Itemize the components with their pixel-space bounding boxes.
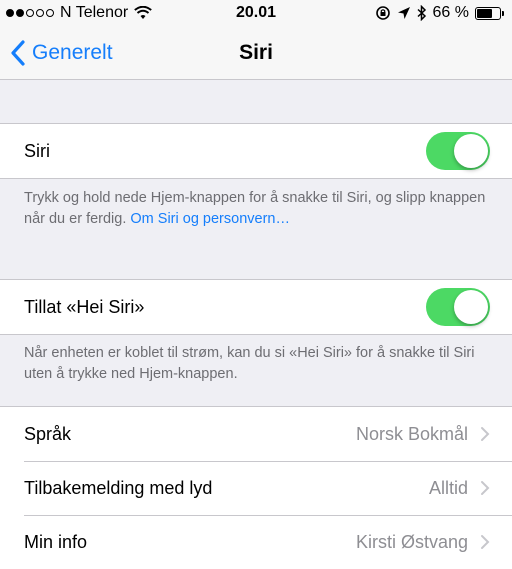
siri-label: Siri <box>24 140 50 161</box>
navigation-bar: Generelt Siri <box>0 28 512 80</box>
hey-siri-label: Tillat «Hei Siri» <box>24 296 145 317</box>
siri-group: Siri <box>0 123 512 179</box>
siri-footer: Trykk og hold nede Hjem-knappen for å sn… <box>0 188 512 230</box>
privacy-link[interactable]: Om Siri og personvern… <box>130 211 290 227</box>
page-title: Siri <box>239 41 273 64</box>
settings-group: Språk Norsk Bokmål Tilbakemelding med ly… <box>0 406 512 569</box>
hey-siri-cell: Tillat «Hei Siri» <box>0 280 512 334</box>
battery-fill <box>477 8 492 18</box>
chevron-right-icon <box>481 481 490 495</box>
battery-tip <box>502 10 504 16</box>
hey-siri-toggle[interactable] <box>426 288 490 326</box>
my-info-cell[interactable]: Min info Kirsti Østvang <box>0 515 512 569</box>
siri-toggle[interactable] <box>426 132 490 170</box>
my-info-label: Min info <box>24 531 88 552</box>
rotation-lock-icon <box>375 6 390 20</box>
language-label: Språk <box>24 423 72 444</box>
switch-knob <box>454 134 488 168</box>
battery-body <box>475 6 501 20</box>
chevron-right-icon <box>481 427 490 441</box>
voice-feedback-cell[interactable]: Tilbakemelding med lyd Alltid <box>0 461 512 515</box>
location-arrow-icon <box>397 7 410 19</box>
status-bar: N Telenor 20.01 66 % <box>0 0 512 28</box>
battery-icon <box>475 6 504 20</box>
my-info-value: Kirsti Østvang <box>355 531 468 552</box>
switch-knob <box>454 290 488 324</box>
language-value: Norsk Bokmål <box>355 423 468 444</box>
hey-siri-footer-text: Når enheten er koblet til strøm, kan du … <box>24 345 475 382</box>
language-cell[interactable]: Språk Norsk Bokmål <box>0 407 512 461</box>
siri-cell: Siri <box>0 124 512 178</box>
bluetooth-icon <box>417 5 426 21</box>
chevron-right-icon <box>481 535 490 549</box>
hey-siri-group: Tillat «Hei Siri» <box>0 279 512 335</box>
voice-feedback-value: Alltid <box>428 477 468 498</box>
status-right: 66 % <box>375 4 504 22</box>
battery-percent: 66 % <box>432 4 469 21</box>
voice-feedback-label: Tilbakemelding med lyd <box>24 477 213 498</box>
hey-siri-footer: Når enheten er koblet til strøm, kan du … <box>0 343 512 385</box>
